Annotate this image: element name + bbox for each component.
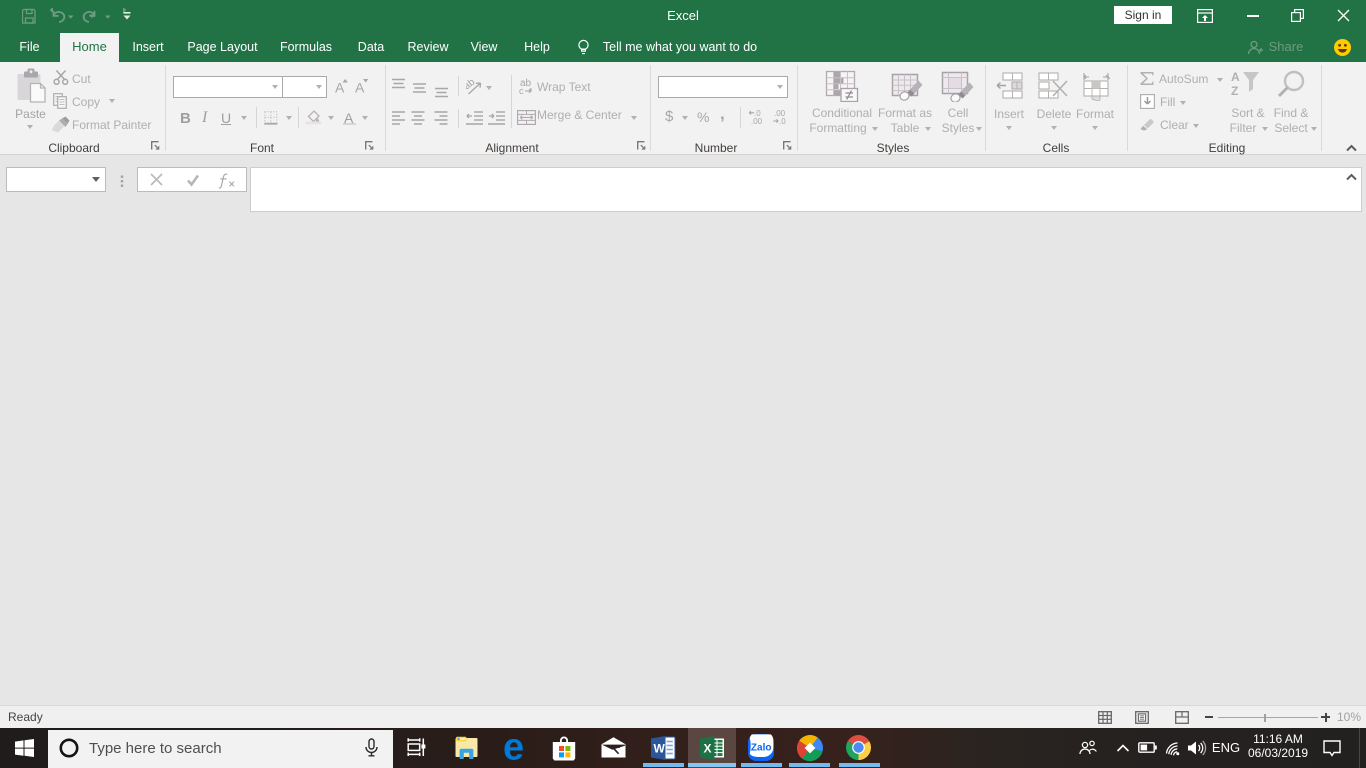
svg-text:A: A — [355, 80, 365, 96]
svg-text:W: W — [654, 742, 666, 756]
svg-text:.00: .00 — [751, 117, 763, 125]
svg-text:e: e — [503, 734, 524, 762]
svg-text:Z: Z — [1231, 84, 1238, 98]
svg-text:Zalo: Zalo — [751, 743, 772, 754]
svg-text:.0: .0 — [779, 117, 786, 125]
svg-text:X: X — [704, 742, 712, 756]
svg-text:A: A — [1231, 70, 1240, 84]
svg-text:c: c — [519, 86, 524, 95]
